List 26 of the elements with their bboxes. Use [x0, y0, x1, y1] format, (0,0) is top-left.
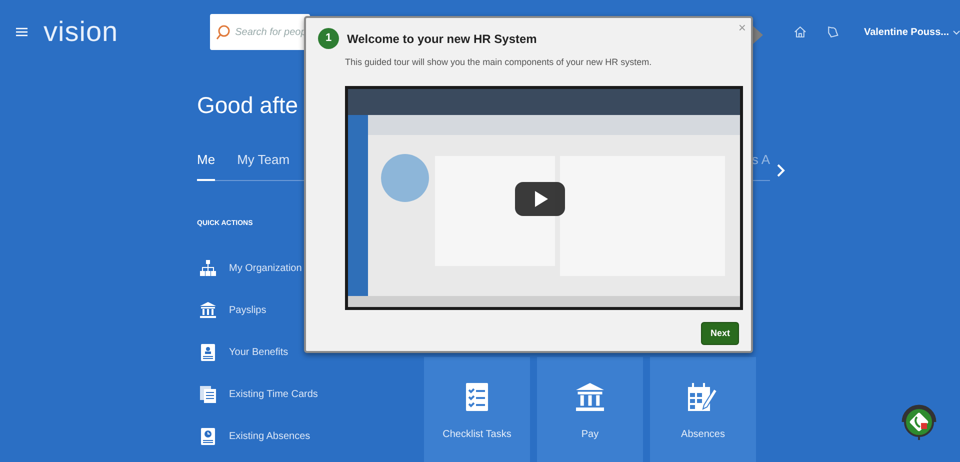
app-tile[interactable]: Pay — [537, 357, 643, 462]
user-menu[interactable]: Valentine Pouss... — [864, 24, 960, 40]
tab[interactable]: My Team — [237, 150, 290, 180]
quick-action-link[interactable]: My Organization — [197, 247, 302, 289]
quick-action-link[interactable]: Your Benefits — [197, 331, 288, 373]
next-button[interactable]: Next — [701, 322, 739, 345]
dialog-text: This guided tour will show you the main components of your new HR system. — [345, 56, 653, 69]
quick-action-label[interactable]: My Organization — [229, 260, 302, 276]
step-number: 1 — [318, 28, 339, 49]
greeting: Good afte — [197, 91, 300, 120]
app-tile[interactable]: Checklist Tasks — [424, 357, 530, 462]
brand-logo: vision — [44, 18, 118, 46]
tile-label: Pay — [581, 428, 599, 442]
quick-action-label[interactable]: Existing Time Cards — [229, 386, 318, 402]
quick-action-label[interactable]: Your Benefits — [229, 344, 288, 360]
quick-action-link[interactable]: Existing Absences — [197, 415, 310, 457]
quick-action-label[interactable]: Existing Absences — [229, 428, 310, 444]
app-tile[interactable]: Absences — [650, 357, 756, 462]
dialog-title: Welcome to your new HR System — [347, 30, 537, 48]
quick-action-label[interactable]: Payslips — [229, 302, 266, 318]
tab[interactable]: Me — [197, 150, 216, 180]
quick-action-link[interactable]: Existing Time Cards — [197, 373, 318, 415]
tile-label: Checklist Tasks — [442, 428, 512, 442]
tile-label: Absences — [681, 428, 725, 442]
quick-action-link[interactable]: Payslips — [197, 289, 266, 331]
close-button[interactable]: × — [738, 18, 746, 38]
